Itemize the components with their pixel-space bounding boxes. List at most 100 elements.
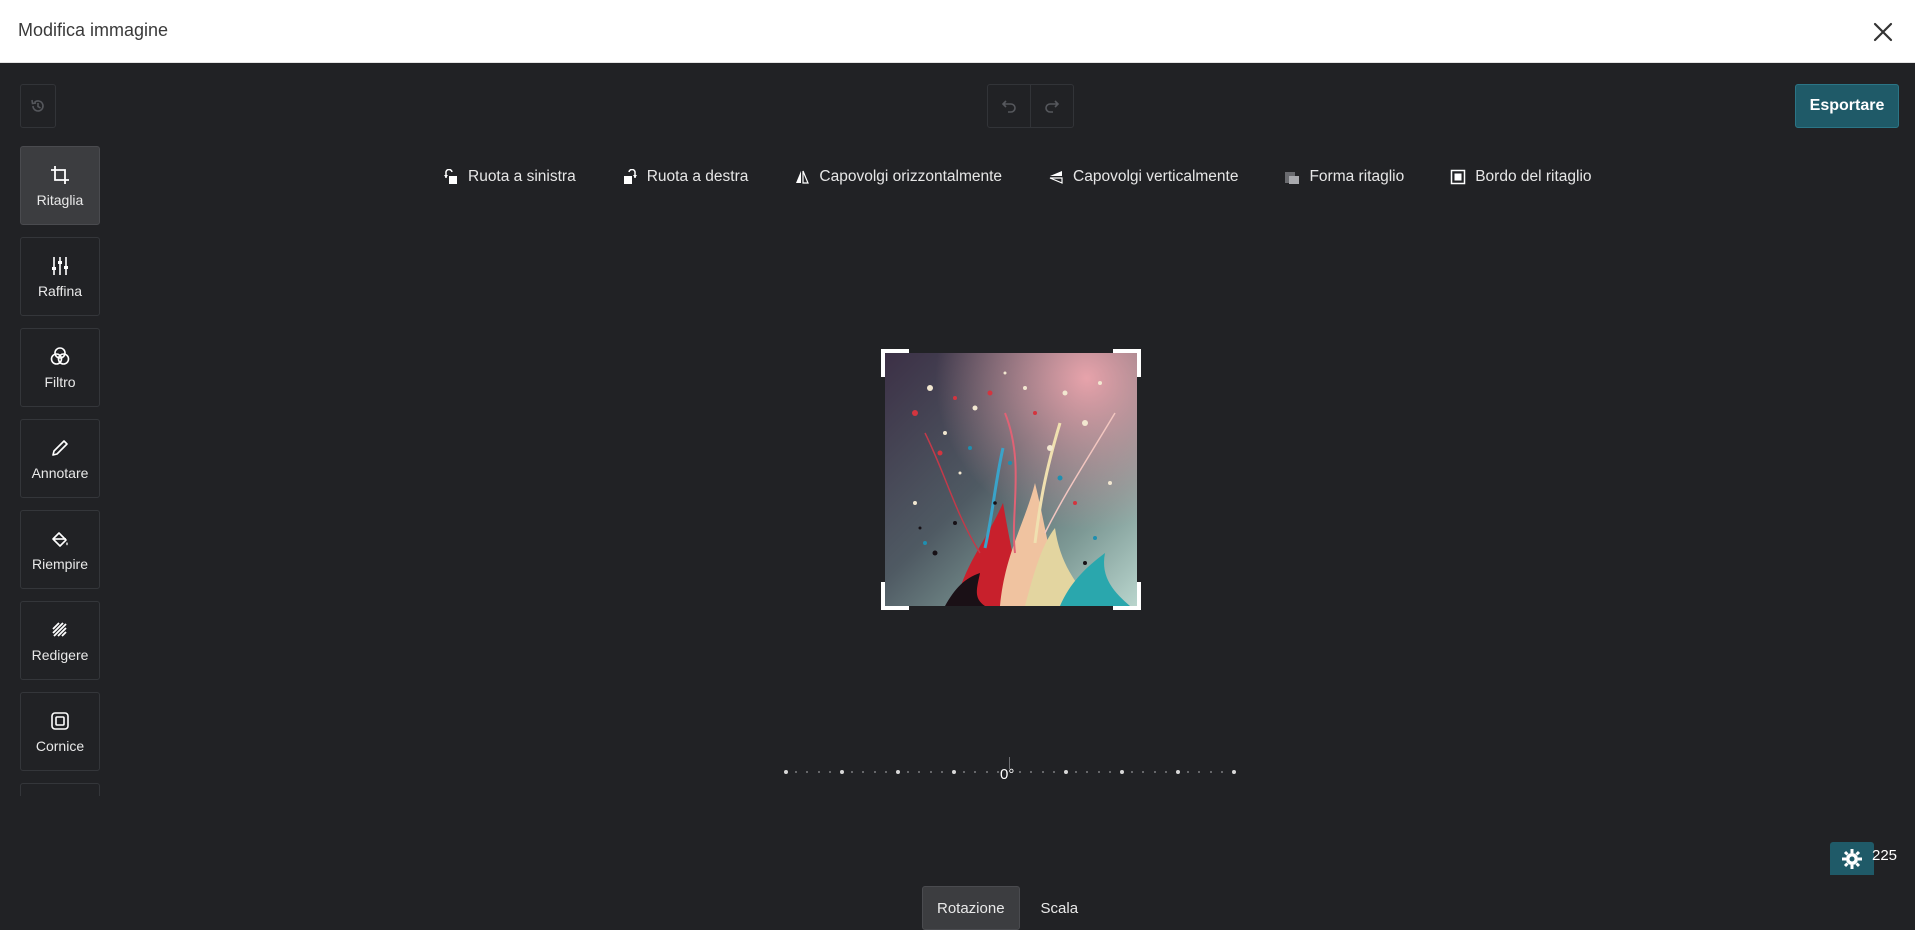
dial-tick bbox=[862, 771, 865, 773]
close-icon[interactable] bbox=[1869, 18, 1897, 46]
dial-tick bbox=[1097, 771, 1100, 773]
flip-vertical-button[interactable]: Capovolgi verticalmente bbox=[1048, 168, 1238, 186]
tool-label: Ritaglia bbox=[36, 191, 84, 208]
rotation-dial[interactable]: 0° bbox=[780, 757, 1240, 785]
tool-redact[interactable]: Redigere bbox=[20, 601, 100, 680]
tool-crop[interactable]: Ritaglia bbox=[20, 146, 100, 225]
dial-tick bbox=[795, 771, 798, 773]
dial-tick bbox=[873, 771, 876, 773]
crop-handle-top-right-v[interactable] bbox=[1137, 349, 1141, 377]
rotate-right-icon bbox=[623, 169, 637, 184]
sliders-icon bbox=[52, 256, 68, 275]
redo-button[interactable] bbox=[1030, 85, 1073, 127]
rotate-left-button[interactable]: Ruota a sinistra bbox=[443, 168, 576, 186]
dial-tick bbox=[1153, 771, 1156, 773]
crop-border-icon bbox=[1450, 169, 1466, 185]
dial-tick bbox=[963, 771, 966, 773]
crop-icon bbox=[51, 165, 69, 184]
tool-refine[interactable]: Raffina bbox=[20, 237, 100, 316]
undo-button[interactable] bbox=[988, 85, 1030, 127]
tool-frame[interactable]: Cornice bbox=[20, 692, 100, 771]
crop-canvas[interactable] bbox=[881, 349, 1141, 610]
tool-label: Filtro bbox=[44, 373, 76, 390]
history-button[interactable] bbox=[20, 84, 56, 128]
dial-tick bbox=[985, 771, 988, 773]
tool-fill[interactable]: Riempire bbox=[20, 510, 100, 589]
dial-tick bbox=[1131, 771, 1134, 773]
flip-vertical-label: Capovolgi verticalmente bbox=[1073, 168, 1239, 185]
history-icon bbox=[31, 99, 44, 112]
dial-tick bbox=[896, 770, 900, 774]
dial-tick bbox=[817, 771, 820, 773]
dial-tick bbox=[974, 771, 977, 773]
gear-icon bbox=[1842, 848, 1862, 869]
crop-actions-bar: Ruota a sinistra Ruota a destra Capovolg… bbox=[443, 164, 1592, 190]
paint-bucket-icon bbox=[52, 531, 68, 547]
tool-label: Riempire bbox=[31, 555, 88, 572]
rotate-right-button[interactable]: Ruota a destra bbox=[622, 168, 748, 186]
dial-tick bbox=[1120, 770, 1124, 774]
dial-tick bbox=[1142, 771, 1145, 773]
tool-annotate[interactable]: Annotare bbox=[20, 419, 100, 498]
dial-tick bbox=[784, 770, 788, 774]
dial-tick bbox=[884, 771, 887, 773]
flip-horizontal-button[interactable]: Capovolgi orizzontalmente bbox=[794, 168, 1002, 186]
pencil-icon bbox=[52, 439, 68, 456]
dial-tick bbox=[940, 771, 943, 773]
dial-tick bbox=[952, 770, 956, 774]
dial-tick bbox=[929, 771, 932, 773]
tool-label: Annotare bbox=[31, 464, 89, 481]
dial-tick bbox=[918, 771, 921, 773]
export-button[interactable]: Esportare bbox=[1795, 84, 1899, 128]
tool-filter[interactable]: Filtro bbox=[20, 328, 100, 407]
dial-tick bbox=[828, 771, 831, 773]
frame-icon bbox=[51, 711, 69, 730]
crop-handle-bottom-left[interactable] bbox=[881, 606, 909, 610]
tool-label: Redigere bbox=[31, 646, 89, 663]
filter-circles-icon bbox=[50, 346, 70, 365]
editor-workspace: Esportare Ritaglia Raffina Filtro Annota… bbox=[0, 64, 1915, 930]
dial-tick bbox=[840, 770, 844, 774]
crop-shape-label: Forma ritaglio bbox=[1309, 168, 1405, 185]
dial-tick bbox=[1164, 771, 1167, 773]
tool-label: Raffina bbox=[37, 282, 83, 299]
tool-more[interactable] bbox=[20, 783, 100, 796]
tab-scale[interactable]: Scala bbox=[1026, 886, 1094, 930]
dial-tick bbox=[1086, 771, 1089, 773]
corner-counter: 225 bbox=[1872, 847, 1898, 864]
rotation-value: 0° bbox=[1000, 766, 1015, 783]
tool-sidebar: Ritaglia Raffina Filtro Annotare Riempir… bbox=[20, 146, 101, 796]
flip-horizontal-label: Capovolgi orizzontalmente bbox=[819, 168, 1003, 185]
settings-button[interactable] bbox=[1830, 842, 1874, 875]
dial-tick bbox=[1041, 771, 1044, 773]
crop-shape-icon bbox=[1285, 172, 1300, 184]
crop-border-label: Bordo del ritaglio bbox=[1475, 168, 1592, 185]
dial-tick bbox=[1075, 771, 1078, 773]
undo-icon bbox=[1001, 100, 1016, 113]
crop-shape-button[interactable]: Forma ritaglio bbox=[1284, 168, 1404, 186]
tool-label: Cornice bbox=[35, 737, 85, 754]
dial-tick bbox=[1176, 770, 1180, 774]
crop-handle-bottom-right-v[interactable] bbox=[1137, 582, 1141, 610]
dial-tick bbox=[1220, 771, 1223, 773]
dial-tick bbox=[851, 771, 854, 773]
dial-tick bbox=[1198, 771, 1201, 773]
flip-horizontal-icon bbox=[796, 170, 810, 184]
redact-hatch-icon bbox=[52, 621, 67, 637]
tab-rotation[interactable]: Rotazione bbox=[922, 886, 1020, 930]
rotate-left-icon bbox=[444, 169, 457, 184]
crop-handle-top-left-v[interactable] bbox=[881, 349, 885, 377]
crop-handle-bottom-left-v[interactable] bbox=[881, 582, 885, 610]
dial-tick bbox=[1108, 771, 1111, 773]
dial-tick bbox=[806, 771, 809, 773]
flip-vertical-icon bbox=[1049, 171, 1063, 184]
dial-tick bbox=[1019, 771, 1022, 773]
paint-splash-image bbox=[885, 353, 1137, 606]
crop-mode-tabs: Rotazione Scala bbox=[922, 886, 1093, 930]
dialog-title: Modifica immagine bbox=[18, 20, 169, 40]
crop-border-button[interactable]: Bordo del ritaglio bbox=[1450, 168, 1592, 186]
crop-handle-top-left[interactable] bbox=[881, 349, 909, 353]
dial-tick bbox=[1064, 770, 1068, 774]
dial-tick bbox=[1030, 771, 1033, 773]
dial-tick bbox=[1187, 771, 1190, 773]
